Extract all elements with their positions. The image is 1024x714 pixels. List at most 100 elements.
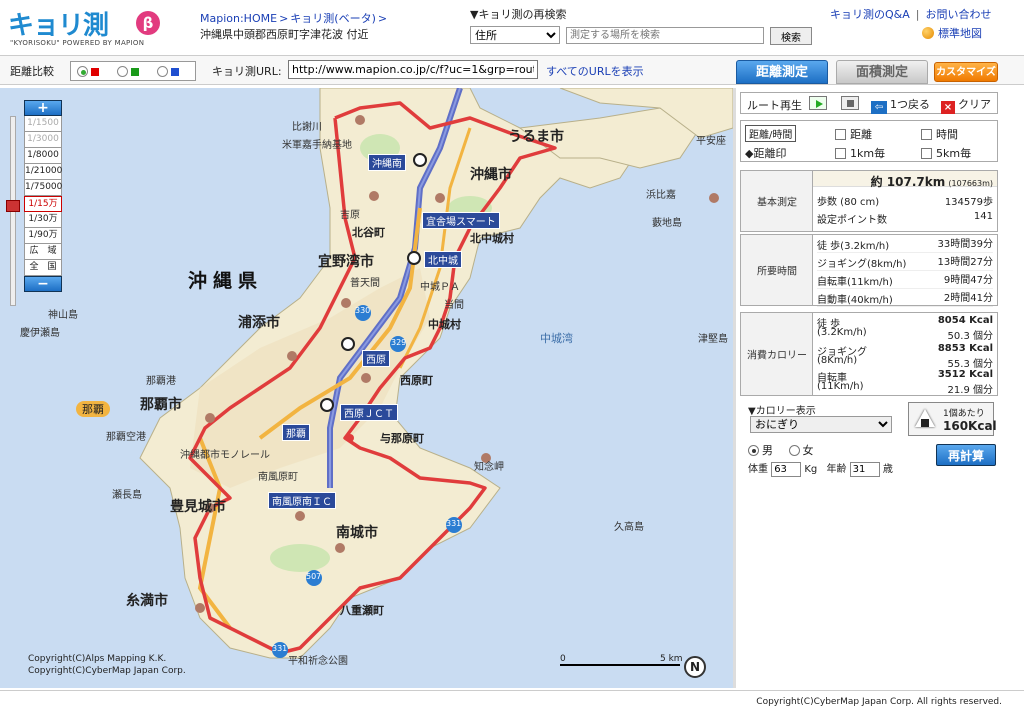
compare-option-blue[interactable] [157,66,185,78]
breadcrumb-kyorisoku-link[interactable]: キョリ測(ベータ) [290,12,376,25]
label-heianza: 平安座 [696,136,726,147]
zoom-level[interactable]: 全 国 [24,260,62,276]
zoom-level[interactable]: 1/1500 [24,116,62,132]
ic-naha[interactable]: 那覇 [282,424,310,441]
label-hijagawa: 比謝川 [292,122,322,133]
label-nakagusuku-bay: 中城湾 [540,332,573,345]
blue-swatch [171,68,179,76]
zoom-in-button[interactable]: + [24,100,62,116]
ic-okinawa-minami[interactable]: 沖縄南 [368,154,406,171]
tab-distance[interactable]: 距離測定 [736,60,828,84]
footer: Copyright(C)CyberMap Japan Corp. All rig… [0,690,1024,714]
compare-option-red[interactable] [77,66,105,78]
gender-radio-group: 男 女 [748,442,814,458]
basic-measurement: 基本測定 約 107.7km (107663m) 歩数 (80 cm) 13457… [740,170,998,232]
show-all-urls-link[interactable]: すべてのURLを表示 [546,63,644,79]
customize-button[interactable]: カスタマイズ [934,62,998,82]
label-kudaka: 久高島 [614,522,644,533]
search-input[interactable] [566,27,764,44]
opt-5km[interactable]: 5km毎 [921,145,971,161]
zoom-level[interactable]: 1/21000 [24,164,62,180]
scale-five-km: 5 km [660,654,683,664]
standard-map-link[interactable]: 標準地図 [938,27,982,40]
contact-link[interactable]: お問い合わせ [925,8,991,21]
kyorisoku-logo[interactable]: キョリ測 β "KYORISOKU" POWERED BY MAPION [8,5,160,49]
label-naha-badge: 那覇 [76,401,110,417]
landmark-dot [295,511,305,521]
opt-distance[interactable]: 距離 [835,126,872,142]
opt-time[interactable]: 時間 [921,126,958,142]
zoom-out-button[interactable]: − [24,276,62,292]
zoom-level[interactable]: 広 域 [24,244,62,260]
red-swatch [91,68,99,76]
sa-ginoza-smart[interactable]: 宜舎場スマート [422,212,500,229]
footer-copyright: Copyright(C)CyberMap Japan Corp. All rig… [756,697,1002,707]
radio-button[interactable] [788,445,800,456]
compare-option-green[interactable] [117,66,145,78]
weight-input[interactable] [771,462,802,477]
tab-area[interactable]: 面積測定 [836,60,928,84]
travel-time: 所要時間 徒 歩(3.2km/h) 33時間39分 ジョギング(8km/h) 13時… [740,234,998,307]
close-icon: × [941,101,955,114]
stop-icon[interactable] [841,96,859,110]
share-url-field[interactable] [288,60,538,79]
logo-subtitle: "KYORISOKU" POWERED BY MAPION [10,39,145,47]
recalculate-button[interactable]: 再計算 [936,444,996,466]
zoom-level[interactable]: 1/3000 [24,132,62,148]
zoom-level[interactable]: 1/8000 [24,148,62,164]
opt-1km[interactable]: 1km毎 [835,145,885,161]
zoom-control: + 1/1500 1/3000 1/8000 1/21000 1/75000 1… [0,98,70,310]
ic-kitanakagusuku[interactable]: 北中城 [424,251,462,268]
label-tsuken: 津堅島 [698,334,728,345]
zoom-level-current[interactable]: 1/15万 [24,196,62,212]
display-options: 距離/時間 距離 時間 ◆距離印 1km毎 5km毎 [740,120,998,162]
gender-female[interactable]: 女 [788,444,814,457]
clear-button[interactable]: × クリア [941,96,991,114]
ic-marker [341,337,355,351]
label-senaga: 瀬長島 [112,490,142,501]
checkbox[interactable] [835,129,846,140]
research-form: ▼キョリ測の再検索 住所 検索 [470,6,830,45]
zoom-level[interactable]: 1/90万 [24,228,62,244]
play-icon[interactable] [809,96,827,110]
landmark-dot [355,115,365,125]
ic-nishihara[interactable]: 西原 [362,350,390,367]
checkbox[interactable] [835,148,846,159]
ic-nishihara-jct[interactable]: 西原ＪＣＴ [340,404,398,421]
breadcrumb-home-link[interactable]: Mapion:HOME [200,12,277,25]
basic-label: 基本測定 [741,171,813,231]
radio-button[interactable] [748,445,759,456]
search-type-select[interactable]: 住所 [470,26,560,44]
label-futenma: 普天間 [350,278,380,289]
radio-button[interactable] [77,66,88,77]
map-copyright-cybermap: Copyright(C)CyberMap Japan Corp. [28,666,186,676]
gender-male[interactable]: 男 [748,444,773,457]
checkbox[interactable] [921,129,932,140]
undo-button[interactable]: ⇦ 1つ戻る [871,96,930,114]
search-button[interactable]: 検索 [770,27,812,45]
age-input[interactable] [849,462,880,477]
zoom-level[interactable]: 1/30万 [24,212,62,228]
zoom-level[interactable]: 1/75000 [24,180,62,196]
standard-map-link-wrap[interactable]: 標準地図 [922,25,982,41]
scale-bar: 0 5 km [560,654,690,670]
research-title: ▼キョリ測の再検索 [470,8,567,21]
url-label: キョリ測URL: [212,65,282,78]
park-area [270,544,330,572]
qa-link[interactable]: キョリ測のQ&A [830,8,910,21]
scale-zero: 0 [560,654,566,664]
ic-haebaru-minami[interactable]: 南風原南ＩＣ [268,492,336,509]
calorie-unit-select[interactable]: おにぎり [750,416,892,433]
scale-line [560,664,680,666]
checkbox[interactable] [921,148,932,159]
landmark-dot [361,373,371,383]
radio-button[interactable] [157,66,168,77]
zoom-thumb[interactable] [6,200,20,212]
map-canvas[interactable]: うるま市 沖縄市 北中城村 北谷町 宜野湾市 浦添市 那覇市 西原町 与那原町 … [0,88,733,688]
radio-button[interactable] [117,66,128,77]
cal-row-walk-sub: (3.2Km/h) 50.3 個分 [817,327,993,342]
logo-text: キョリ測 [8,11,109,41]
current-location-text: 沖縄県中頭郡西原町字津花波 付近 [200,28,369,41]
label-heiwa-park: 平和祈念公園 [288,656,348,667]
label-nanjo: 南城市 [336,525,378,541]
